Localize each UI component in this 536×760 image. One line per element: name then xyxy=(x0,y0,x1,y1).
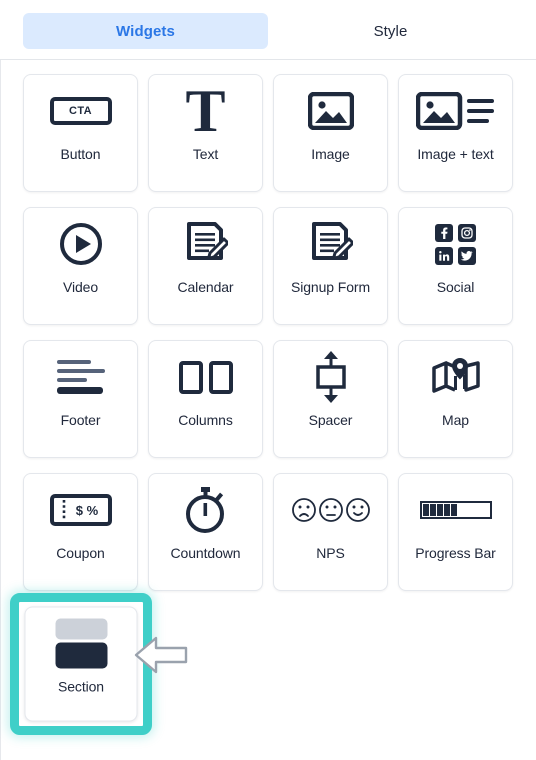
tab-style-label: Style xyxy=(373,22,408,40)
widget-label: Footer xyxy=(60,412,101,428)
widget-card-coupon[interactable]: $ % Coupon xyxy=(23,473,138,591)
widget-label: Image + text xyxy=(417,146,494,162)
widget-label: NPS xyxy=(316,545,345,561)
footer-lines-icon xyxy=(24,341,137,413)
widget-label: Map xyxy=(442,412,469,428)
video-play-icon xyxy=(24,208,137,280)
page-left-edge xyxy=(0,0,1,760)
tab-style[interactable]: Style xyxy=(268,13,513,49)
widget-card-spacer[interactable]: Spacer xyxy=(273,340,388,458)
two-columns-icon xyxy=(149,341,262,413)
widget-card-footer[interactable]: Footer xyxy=(23,340,138,458)
image-text-icon xyxy=(399,75,512,147)
widget-card-signup-form[interactable]: Signup Form xyxy=(273,207,388,325)
text-t-icon: T xyxy=(149,75,262,147)
widget-label: Image xyxy=(311,146,350,162)
widget-card-calendar[interactable]: Calendar xyxy=(148,207,263,325)
social-networks-icon xyxy=(399,208,512,280)
widget-label: Progress Bar xyxy=(415,545,496,561)
document-pencil-icon xyxy=(274,208,387,280)
widget-label: Text xyxy=(192,146,219,162)
widget-label: Social xyxy=(436,279,475,295)
section-highlight-box: Section xyxy=(10,593,152,735)
widget-card-video[interactable]: Video xyxy=(23,207,138,325)
widget-label: Columns xyxy=(178,412,233,428)
progress-bar-icon xyxy=(399,474,512,546)
widget-label: Spacer xyxy=(308,412,353,428)
instagram-icon xyxy=(458,223,476,242)
widget-card-map[interactable]: Map xyxy=(398,340,513,458)
widget-card-social[interactable]: Social xyxy=(398,207,513,325)
section-blocks-icon xyxy=(26,608,137,680)
progress-bar-fill xyxy=(422,504,457,516)
widget-label: Signup Form xyxy=(290,279,371,295)
coupon-ticket-icon: $ % xyxy=(24,474,137,546)
cta-label: CTA xyxy=(69,105,92,117)
widget-card-progress-bar[interactable]: Progress Bar xyxy=(398,473,513,591)
svg-text:$ %: $ % xyxy=(75,503,98,518)
widget-card-countdown[interactable]: Countdown xyxy=(148,473,263,591)
widget-grid: CTA Button T Text Image Image + text Vid… xyxy=(23,74,513,591)
facebook-icon xyxy=(435,223,453,242)
widget-label: Video xyxy=(62,279,99,295)
text-t-glyph: T xyxy=(185,78,226,144)
tab-bar: Widgets Style xyxy=(0,0,536,60)
cta-button-icon: CTA xyxy=(24,75,137,147)
widget-card-text[interactable]: T Text xyxy=(148,74,263,192)
widget-label: Countdown xyxy=(170,545,241,561)
widget-card-nps[interactable]: NPS xyxy=(273,473,388,591)
linkedin-icon xyxy=(435,246,453,265)
widget-card-section[interactable]: Section xyxy=(24,606,138,722)
widget-card-button[interactable]: CTA Button xyxy=(23,74,138,192)
tab-widgets[interactable]: Widgets xyxy=(23,13,268,49)
document-pencil-icon xyxy=(149,208,262,280)
widget-label: Coupon xyxy=(56,545,105,561)
tab-list: Widgets Style xyxy=(23,13,513,49)
vertical-arrows-icon xyxy=(274,341,387,413)
tab-widgets-label: Widgets xyxy=(116,22,175,40)
widget-label: Calendar xyxy=(177,279,234,295)
widget-card-image[interactable]: Image xyxy=(273,74,388,192)
widget-card-columns[interactable]: Columns xyxy=(148,340,263,458)
widget-card-image-text[interactable]: Image + text xyxy=(398,74,513,192)
widget-label: Button xyxy=(60,146,101,162)
map-pin-icon xyxy=(399,341,512,413)
stopwatch-icon xyxy=(149,474,262,546)
widget-label: Section xyxy=(58,678,104,695)
image-icon xyxy=(274,75,387,147)
twitter-icon xyxy=(458,246,476,265)
smiley-faces-icon xyxy=(274,474,387,546)
